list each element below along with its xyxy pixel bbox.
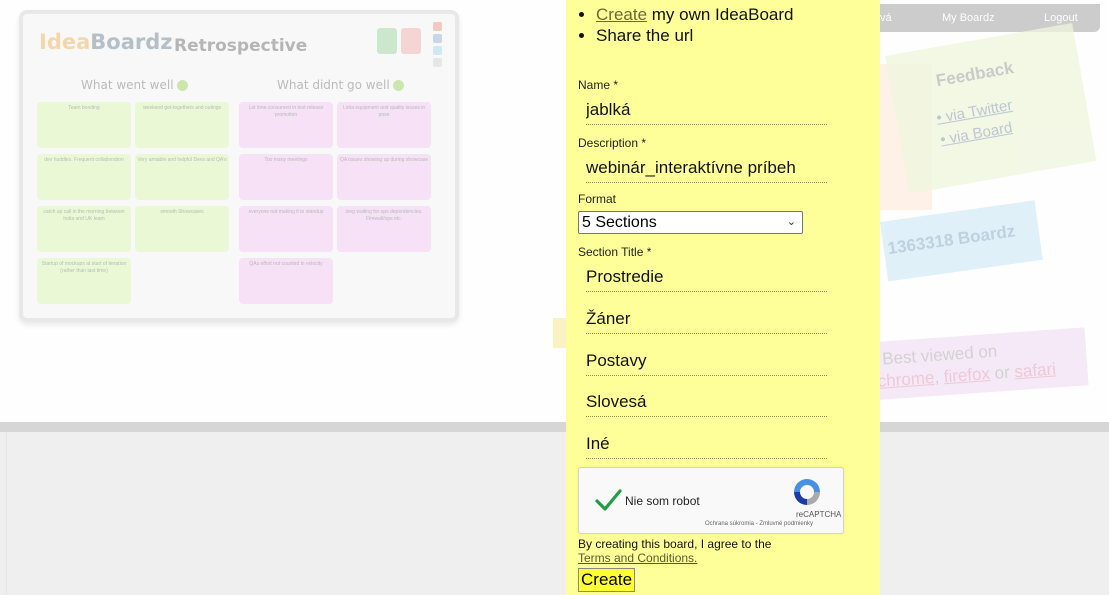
google-plus-icon (433, 22, 442, 31)
sticky-note: Lot time consumed in test release promot… (239, 102, 333, 148)
column-header-didnt-go-well: What didnt go well (277, 78, 404, 92)
add-icon (392, 80, 404, 91)
sticky-note: catch up call in the morning between Ind… (37, 206, 131, 252)
board-preview: IdeaBoardz Retrospective What went well … (19, 10, 459, 322)
terms-link[interactable]: Terms and Conditions. (578, 551, 697, 565)
twitter-icon (433, 46, 442, 55)
safari-link[interactable]: safari (1014, 359, 1057, 381)
recaptcha-brand: reCAPTCHA (796, 510, 842, 519)
sticky-note: Too many meetings (239, 154, 333, 200)
name-input[interactable]: jablká (586, 96, 827, 125)
recaptcha-widget: Nie som robot reCAPTCHA Ochrana súkromia… (578, 467, 844, 534)
description-input[interactable]: webinár_interaktívne príbeh (586, 154, 827, 183)
list-item: Share the url (596, 25, 794, 46)
list-item: Create my own IdeaBoard (596, 4, 794, 25)
sticky-note: Lotta equipment and quality issues in po… (337, 102, 431, 148)
section-title-input-3[interactable]: Postavy (586, 347, 827, 376)
instructions-list: Create my own IdeaBoard Share the url (580, 4, 794, 46)
sticky-note: Very amiable and helpful Devs and QA's (135, 154, 229, 200)
nav-my-boardz[interactable]: My Boardz (942, 12, 995, 24)
terms-agreement: By creating this board, I agree to the T… (578, 537, 772, 565)
sticky-note: dev huddles. Frequent collaboration (37, 154, 131, 200)
sticky-note: smooth Showcases (135, 206, 229, 252)
page-footer-area (0, 432, 1109, 595)
sticky-note: everyone not making it to standup (239, 206, 333, 252)
facebook-icon (433, 34, 442, 43)
recaptcha-label: Nie som robot (625, 494, 700, 508)
sticky-note: long waiting for ops dependencies. Firew… (337, 206, 431, 252)
ideaboardz-logo: IdeaBoardz (39, 30, 173, 54)
sticky-note: QA issues showing up during showcase (337, 154, 431, 200)
footer-edge (6, 432, 7, 595)
create-link[interactable]: Create (596, 5, 647, 24)
nav-logout[interactable]: Logout (1044, 12, 1078, 24)
description-label: Description * (578, 136, 647, 150)
preview-title: Retrospective (174, 36, 308, 56)
firefox-link[interactable]: firefox (943, 364, 991, 386)
name-label: Name * (578, 78, 619, 92)
boardz-count: 1363318 Boardz (886, 221, 1017, 259)
section-title-input-5[interactable]: Iné (586, 430, 827, 459)
section-title-label: Section Title * (578, 245, 652, 259)
chrome-link[interactable]: chrome (877, 368, 935, 391)
format-label: Format (578, 192, 617, 206)
checkmark-icon[interactable] (594, 486, 622, 514)
sticky-note: QAs effort not counted in velocity (239, 258, 333, 304)
recaptcha-links[interactable]: Ochrana súkromia - Zmluvné podmienky (705, 521, 813, 527)
sticky-note: Team bonding (37, 102, 131, 148)
sticky-note: Startup of mockups at start of iteration… (37, 258, 131, 304)
pdf-icon (401, 28, 421, 54)
create-board-panel: Create my own IdeaBoard Share the url Na… (566, 0, 880, 595)
page-divider (0, 422, 1109, 432)
column-header-went-well: What went well (81, 78, 188, 92)
sticky-note: weekend get-togethers and outings (135, 102, 229, 148)
background-note (553, 318, 567, 348)
section-title-input-2[interactable]: Žáner (586, 305, 827, 334)
email-icon (433, 58, 442, 67)
excel-icon (377, 28, 397, 54)
section-title-input-4[interactable]: Slovesá (586, 388, 827, 417)
section-title-input-1[interactable]: Prostredie (586, 263, 827, 292)
format-select[interactable]: 5 Sections ⌄ (578, 211, 803, 234)
chevron-down-icon: ⌄ (786, 216, 796, 228)
add-icon (176, 80, 188, 91)
feedback-title: Feedback (934, 58, 1016, 91)
create-button[interactable]: Create (578, 568, 636, 592)
recaptcha-logo-icon (794, 479, 820, 505)
nav-item-partial[interactable]: vá (880, 12, 892, 24)
